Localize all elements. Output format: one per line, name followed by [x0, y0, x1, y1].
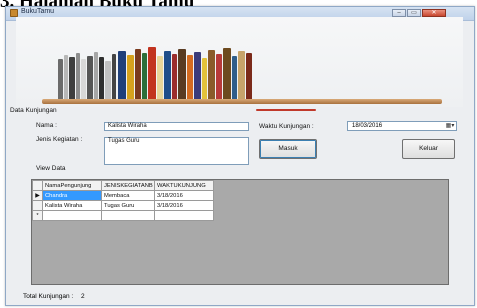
- table-cell[interactable]: [101, 210, 155, 221]
- shelf: [42, 99, 442, 104]
- row-marker[interactable]: ▶: [32, 190, 43, 201]
- table-cell[interactable]: Kalista Wiraha: [42, 200, 102, 211]
- maximize-button[interactable]: ▭: [407, 9, 421, 17]
- row-marker[interactable]: *: [32, 210, 43, 221]
- keluar-button[interactable]: Keluar: [402, 139, 455, 159]
- app-window: BukuTamu – ▭ ✕ Data Kunjungan Nama: Kal…: [5, 6, 475, 306]
- table-cell[interactable]: [154, 210, 214, 221]
- close-button[interactable]: ✕: [422, 9, 446, 17]
- shelf-accent: [256, 109, 316, 111]
- data-table: NamaPengunjung JENISKEGIATANB WAKTUKUNJU…: [32, 180, 214, 221]
- table-cell[interactable]: [42, 210, 102, 221]
- jenis-kegiatan-label: Jenis Kegiatan :: [36, 136, 83, 143]
- group-label: Data Kunjungan: [10, 107, 57, 114]
- row-header-corner: [32, 180, 43, 191]
- total-kunjungan: Total Kunjungan : 2: [23, 293, 85, 300]
- books-illustration: [58, 45, 278, 99]
- column-header[interactable]: NamaPengunjung: [42, 180, 102, 191]
- table-row[interactable]: Kalista Wiraha Tugas Guru 3/18/2016: [32, 200, 214, 211]
- bookshelf-banner-image: [16, 17, 463, 111]
- table-cell[interactable]: Membaca: [101, 190, 155, 201]
- new-row[interactable]: *: [32, 210, 214, 221]
- total-kunjungan-value: 2: [81, 293, 85, 300]
- view-data-label: View Data: [36, 165, 66, 172]
- waktu-kunjungan-label: Waktu Kunjungan :: [259, 123, 314, 130]
- app-icon: [10, 9, 18, 17]
- column-header[interactable]: JENISKEGIATANB: [101, 180, 155, 191]
- column-header[interactable]: WAKTUKUNJUNG: [154, 180, 214, 191]
- minimize-button[interactable]: –: [392, 9, 406, 17]
- nama-input[interactable]: Kalista Wiraha: [104, 122, 249, 131]
- waktu-kunjungan-date-picker[interactable]: 18/03/2016 ▦▾: [347, 121, 457, 131]
- table-cell[interactable]: Chandra: [42, 190, 102, 201]
- date-value: 18/03/2016: [352, 123, 383, 129]
- window-title: BukuTamu: [21, 8, 55, 15]
- calendar-dropdown-icon[interactable]: ▦▾: [445, 123, 455, 129]
- masuk-button[interactable]: Masuk: [259, 139, 317, 159]
- table-cell[interactable]: 3/18/2016: [154, 190, 214, 201]
- header-row: NamaPengunjung JENISKEGIATANB WAKTUKUNJU…: [32, 180, 214, 191]
- jenis-kegiatan-input[interactable]: Tugas Guru: [104, 137, 249, 165]
- nama-label: Nama :: [36, 122, 57, 129]
- view-data-grid[interactable]: NamaPengunjung JENISKEGIATANB WAKTUKUNJU…: [31, 179, 449, 285]
- table-row[interactable]: ▶ Chandra Membaca 3/18/2016: [32, 190, 214, 201]
- table-cell[interactable]: 3/18/2016: [154, 200, 214, 211]
- row-marker[interactable]: [32, 200, 43, 211]
- total-kunjungan-label: Total Kunjungan :: [23, 293, 74, 300]
- table-cell[interactable]: Tugas Guru: [101, 200, 155, 211]
